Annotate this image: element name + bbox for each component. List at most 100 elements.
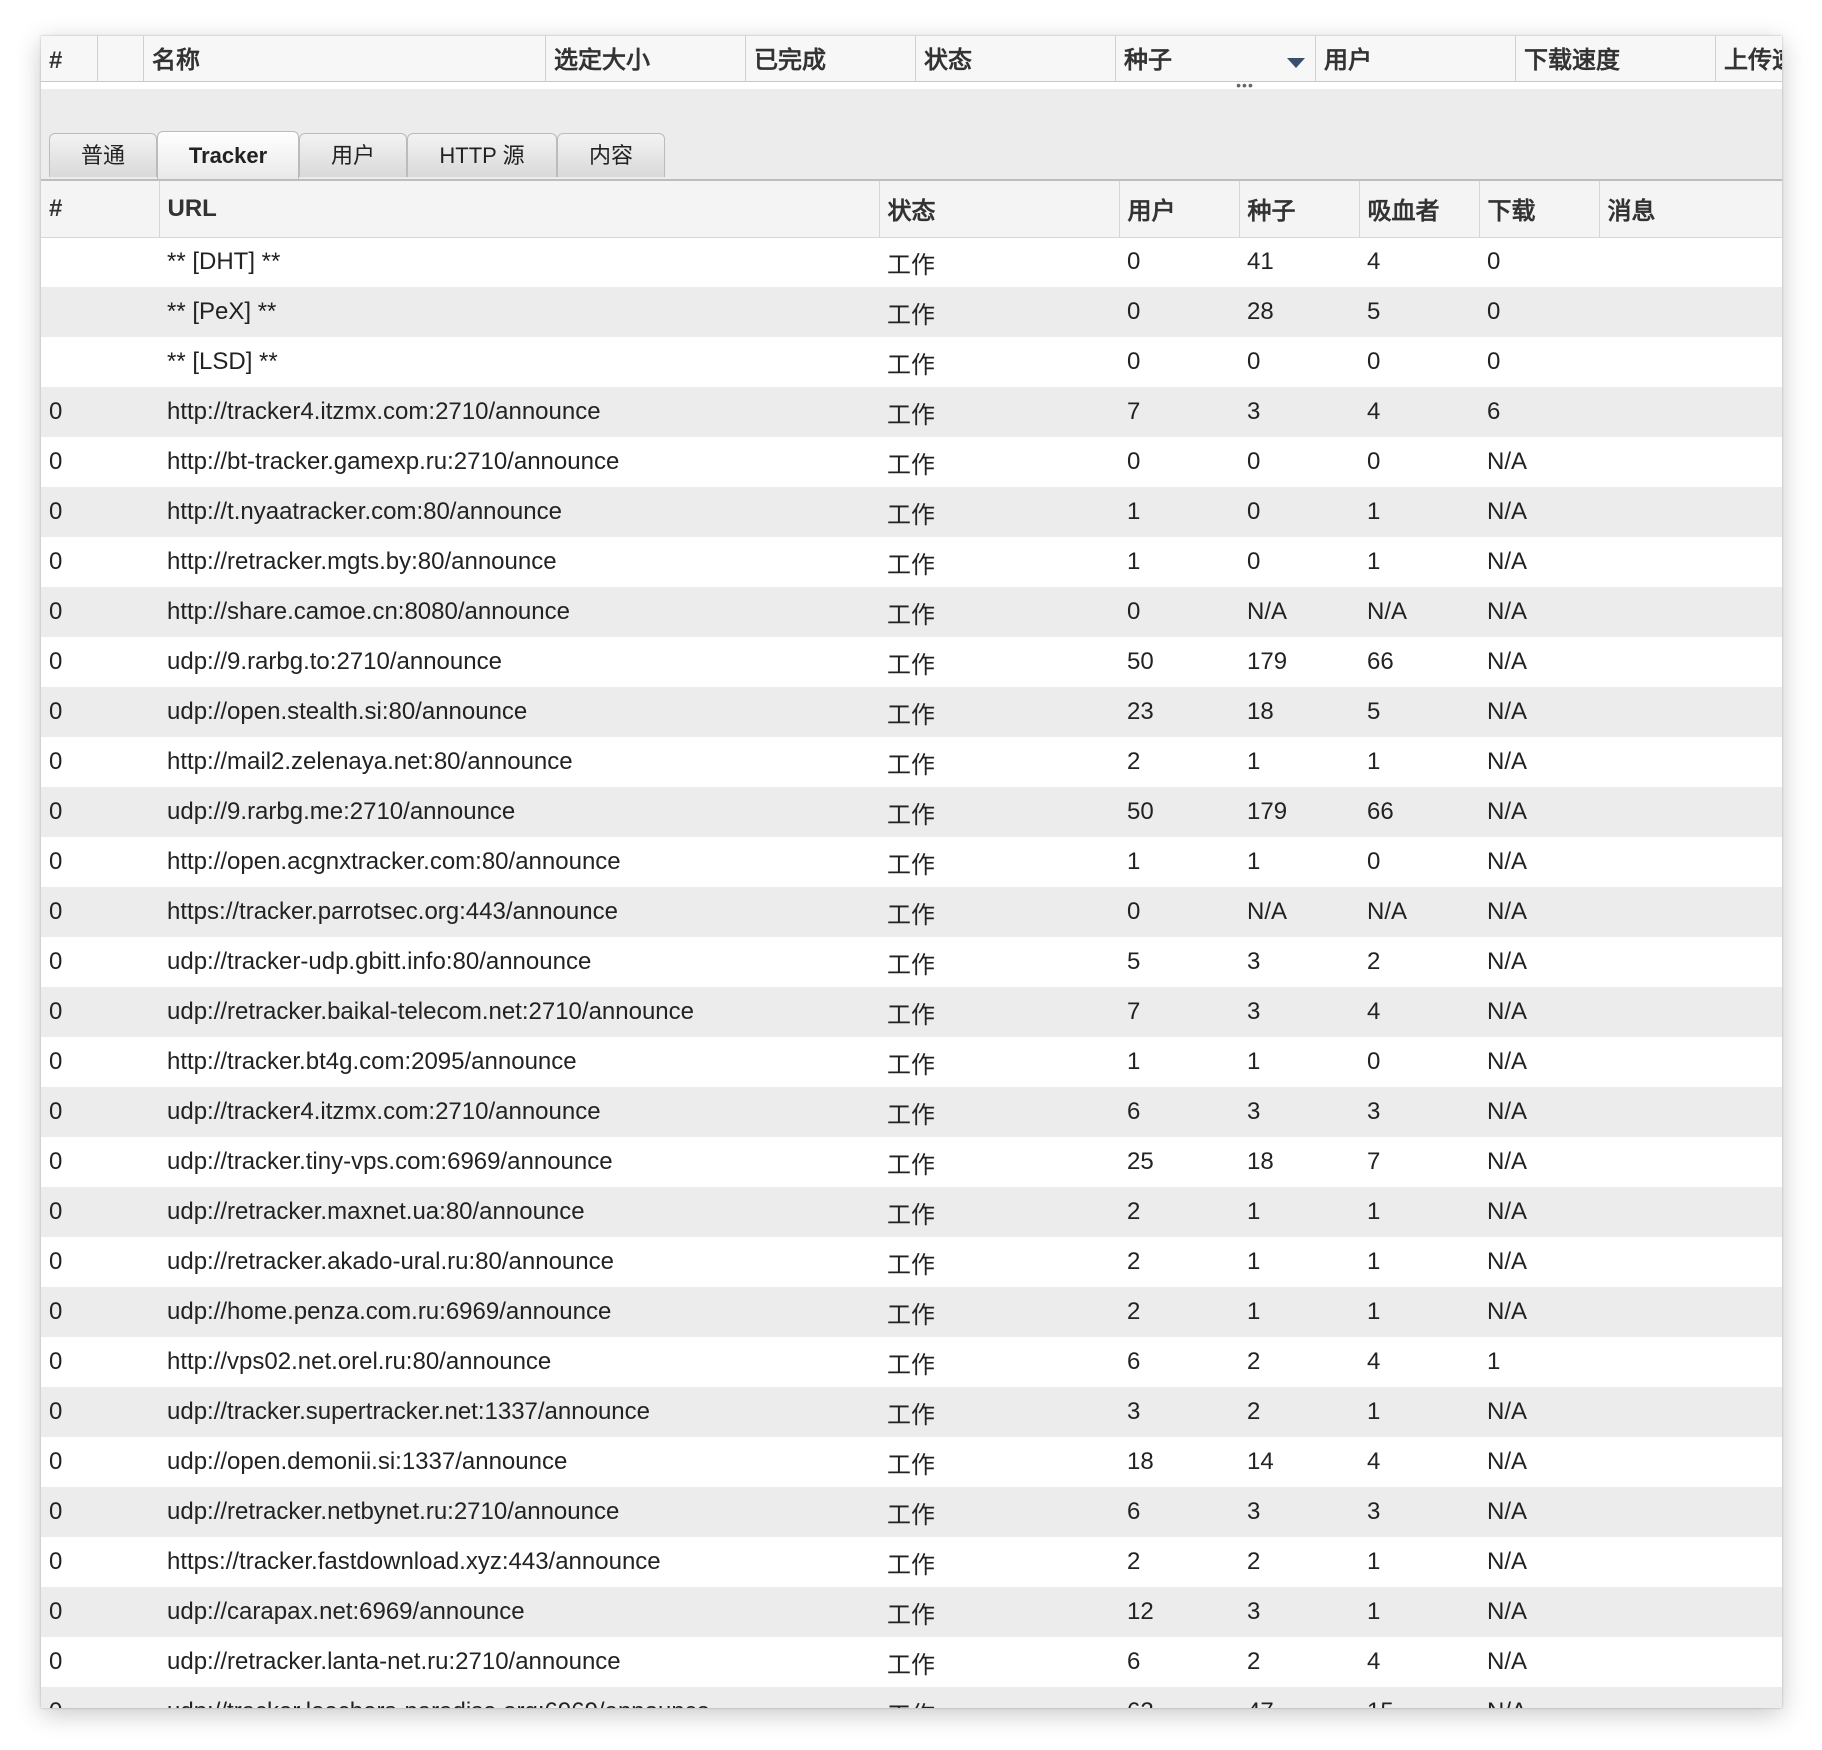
tracker-row[interactable]: 0 udp://9.rarbg.me:2710/announce 工作 50 179 66… bbox=[41, 787, 1782, 837]
tracker-tier-cell: 0 bbox=[41, 387, 159, 437]
tracker-leechers-cell: 15 bbox=[1359, 1687, 1479, 1708]
tracker-leechers-cell: 66 bbox=[1359, 637, 1479, 687]
tracker-row[interactable]: 0 udp://tracker.supertracker.net:1337/ann… bbox=[41, 1387, 1782, 1437]
tracker-tier-cell: 0 bbox=[41, 637, 159, 687]
tracker-downloaded-cell: 0 bbox=[1479, 237, 1599, 287]
sort-descending-icon[interactable] bbox=[1287, 58, 1305, 68]
tracker-url-cell: udp://carapax.net:6969/announce bbox=[159, 1587, 879, 1637]
tracker-tier-cell: 0 bbox=[41, 1087, 159, 1137]
tracker-seeds-cell: 1 bbox=[1239, 1187, 1359, 1237]
tab-content[interactable]: 内容 bbox=[557, 133, 665, 177]
tracker-message-cell bbox=[1599, 237, 1782, 287]
tracker-url-cell: ** [PeX] ** bbox=[159, 287, 879, 337]
tracker-peers-cell: 1 bbox=[1119, 837, 1239, 887]
tracker-row[interactable]: 0 udp://9.rarbg.to:2710/announce 工作 50 179 66… bbox=[41, 637, 1782, 687]
tracker-peers-cell: 7 bbox=[1119, 987, 1239, 1037]
tracker-row[interactable]: 0 http://open.acgnxtracker.com:80/announc… bbox=[41, 837, 1782, 887]
tracker-message-cell bbox=[1599, 387, 1782, 437]
tracker-url-cell: https://tracker.parrotsec.org:443/announ… bbox=[159, 887, 879, 937]
tracker-col-seeds[interactable]: 种子 bbox=[1239, 181, 1360, 238]
tracker-row[interactable]: 0 http://share.camoe.cn:8080/announce 工作 0 N… bbox=[41, 587, 1782, 637]
tracker-row[interactable]: 0udp://tracker.leechers-paradise.org:696… bbox=[41, 1687, 1782, 1708]
column-header-completed[interactable]: 已完成 bbox=[746, 36, 916, 81]
tab-peers[interactable]: 用户 bbox=[299, 133, 407, 177]
tracker-row[interactable]: 0 http://retracker.mgts.by:80/announce 工作 1… bbox=[41, 537, 1782, 587]
tracker-seeds-cell: 179 bbox=[1239, 637, 1359, 687]
tracker-row[interactable]: ** [PeX] ** 工作 0 28 5 0 bbox=[41, 287, 1782, 337]
tracker-leechers-cell: 4 bbox=[1359, 237, 1479, 287]
column-header-name[interactable]: 名称 bbox=[144, 36, 546, 81]
tracker-row[interactable]: 0 udp://retracker.lanta-net.ru:2710/annou… bbox=[41, 1637, 1782, 1687]
tracker-row[interactable]: 0 udp://carapax.net:6969/announce 工作 12 3 1 N/… bbox=[41, 1587, 1782, 1637]
tracker-leechers-cell: 5 bbox=[1359, 687, 1479, 737]
tracker-row[interactable]: 0 udp://open.stealth.si:80/announce 工作 23 18… bbox=[41, 687, 1782, 737]
tracker-row[interactable]: 0 udp://retracker.maxnet.ua:80/announce 工作… bbox=[41, 1187, 1782, 1237]
tracker-row[interactable]: 0 https://tracker.fastdownload.xyz:443/an… bbox=[41, 1537, 1782, 1587]
tracker-row[interactable]: 0 udp://retracker.baikal-telecom.net:2710… bbox=[41, 987, 1782, 1037]
tracker-row[interactable]: 0 udp://retracker.netbynet.ru:2710/announ… bbox=[41, 1487, 1782, 1537]
column-header-status[interactable]: 状态 bbox=[916, 36, 1116, 81]
tab-general[interactable]: 普通 bbox=[49, 133, 157, 177]
tracker-message-cell bbox=[1599, 737, 1782, 787]
tracker-col-leechers[interactable]: 吸血者 bbox=[1359, 181, 1480, 238]
column-header-seeds[interactable]: 种子 bbox=[1116, 36, 1316, 81]
tracker-downloaded-cell: N/A bbox=[1479, 1237, 1599, 1287]
tracker-header-row: # URL 状态 用户 种子 吸血者 下载 消息 bbox=[41, 181, 1782, 238]
column-header-upload-speed[interactable]: 上传速 bbox=[1716, 36, 1782, 81]
tracker-message-cell bbox=[1599, 1487, 1782, 1537]
tracker-col-message[interactable]: 消息 bbox=[1599, 181, 1782, 238]
tracker-row[interactable]: 0 http://mail2.zelenaya.net:80/announce 工作… bbox=[41, 737, 1782, 787]
tracker-row[interactable]: 0 udp://open.demonii.si:1337/announce 工作 18… bbox=[41, 1437, 1782, 1487]
tracker-col-index[interactable]: # bbox=[41, 181, 160, 238]
tracker-row[interactable]: 0 http://bt-tracker.gamexp.ru:2710/announ… bbox=[41, 437, 1782, 487]
column-header-blank[interactable] bbox=[98, 36, 144, 81]
tracker-col-downloaded[interactable]: 下载 bbox=[1479, 181, 1600, 238]
tracker-url-cell: udp://tracker.supertracker.net:1337/anno… bbox=[159, 1387, 879, 1437]
tracker-row[interactable]: 0 http://t.nyaatracker.com:80/announce 工作 1… bbox=[41, 487, 1782, 537]
column-header-selected-size[interactable]: 选定大小 bbox=[546, 36, 746, 81]
tracker-url-cell: http://tracker.bt4g.com:2095/announce bbox=[159, 1037, 879, 1087]
tracker-seeds-cell: 2 bbox=[1239, 1637, 1359, 1687]
tracker-tier-cell bbox=[41, 337, 159, 387]
tracker-tier-cell: 0 bbox=[41, 687, 159, 737]
tracker-row[interactable]: 0 http://tracker4.itzmx.com:2710/announce… bbox=[41, 387, 1782, 437]
tracker-url-cell: udp://retracker.akado-ural.ru:80/announc… bbox=[159, 1237, 879, 1287]
tracker-row[interactable]: 0 udp://retracker.akado-ural.ru:80/announ… bbox=[41, 1237, 1782, 1287]
tracker-leechers-cell: 4 bbox=[1359, 1437, 1479, 1487]
tracker-row[interactable]: ** [DHT] ** 工作 0 41 4 0 bbox=[41, 237, 1782, 287]
tracker-row[interactable]: 0 udp://tracker.tiny-vps.com:6969/announc… bbox=[41, 1137, 1782, 1187]
tracker-row[interactable]: 0 http://vps02.net.orel.ru:80/announce 工作 6… bbox=[41, 1337, 1782, 1387]
tracker-status-cell: 工作 bbox=[879, 1087, 1119, 1137]
tracker-col-status[interactable]: 状态 bbox=[879, 181, 1120, 238]
tracker-row[interactable]: 0 udp://tracker4.itzmx.com:2710/announce 工… bbox=[41, 1087, 1782, 1137]
tracker-message-cell bbox=[1599, 487, 1782, 537]
tracker-url-cell: http://t.nyaatracker.com:80/announce bbox=[159, 487, 879, 537]
tracker-url-cell: udp://home.penza.com.ru:6969/announce bbox=[159, 1287, 879, 1337]
tracker-row[interactable]: 0 https://tracker.parrotsec.org:443/annou… bbox=[41, 887, 1782, 937]
tracker-leechers-cell: 3 bbox=[1359, 1487, 1479, 1537]
tracker-downloaded-cell: N/A bbox=[1479, 937, 1599, 987]
tracker-peers-cell: 2 bbox=[1119, 1287, 1239, 1337]
tracker-col-url[interactable]: URL bbox=[159, 181, 880, 238]
tracker-row[interactable]: 0 udp://tracker-udp.gbitt.info:80/announc… bbox=[41, 937, 1782, 987]
tab-tracker[interactable]: Tracker bbox=[157, 131, 299, 179]
tracker-row[interactable]: ** [LSD] ** 工作 0 0 0 0 bbox=[41, 337, 1782, 387]
tracker-status-cell: 工作 bbox=[879, 737, 1119, 787]
tracker-message-cell bbox=[1599, 287, 1782, 337]
tracker-col-peers[interactable]: 用户 bbox=[1119, 181, 1240, 238]
tracker-message-cell bbox=[1599, 1037, 1782, 1087]
tracker-tier-cell: 0 bbox=[41, 1487, 159, 1537]
tracker-table-body: ** [DHT] ** 工作 0 41 4 0 ** [PeX] ** 工作 0 28 5 0 ** [… bbox=[41, 237, 1782, 1708]
tracker-row[interactable]: 0 udp://home.penza.com.ru:6969/announce 工作… bbox=[41, 1287, 1782, 1337]
tracker-row[interactable]: 0 http://tracker.bt4g.com:2095/announce 工作… bbox=[41, 1037, 1782, 1087]
column-header-download-speed[interactable]: 下载速度 bbox=[1516, 36, 1716, 81]
tab-http-sources[interactable]: HTTP 源 bbox=[407, 133, 557, 177]
tracker-message-cell bbox=[1599, 1087, 1782, 1137]
tracker-message-cell bbox=[1599, 687, 1782, 737]
tracker-downloaded-cell: N/A bbox=[1479, 587, 1599, 637]
tracker-tier-cell: 0 bbox=[41, 1637, 159, 1687]
splitter-handle-icon[interactable]: ••• bbox=[1236, 78, 1254, 92]
column-header-peers[interactable]: 用户 bbox=[1316, 36, 1516, 81]
column-header-index[interactable]: # bbox=[41, 36, 98, 81]
tracker-status-cell: 工作 bbox=[879, 1187, 1119, 1237]
